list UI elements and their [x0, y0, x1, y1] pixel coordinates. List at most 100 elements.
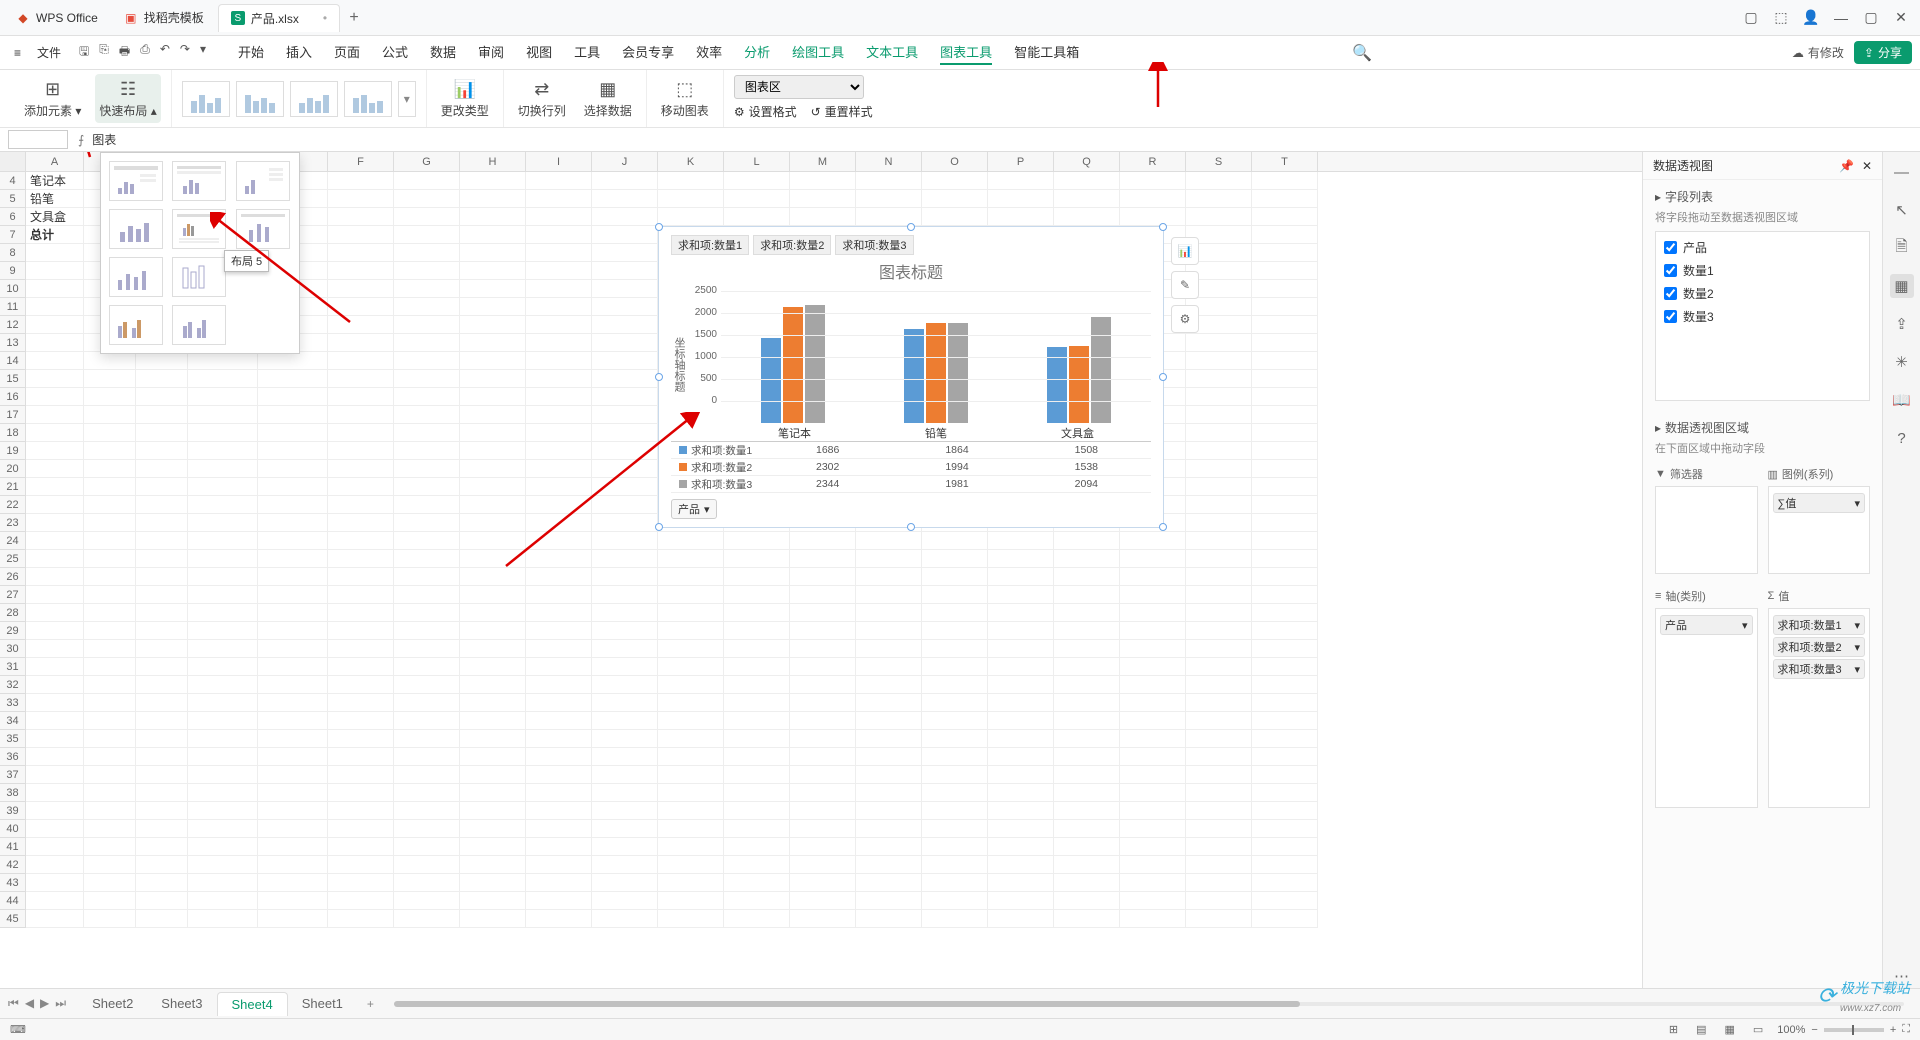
cell[interactable] [1252, 352, 1318, 370]
cell[interactable] [922, 676, 988, 694]
layout-icon[interactable]: ▢ [1736, 3, 1766, 33]
cell[interactable] [188, 568, 258, 586]
cell[interactable] [328, 586, 394, 604]
cell[interactable] [526, 190, 592, 208]
cell[interactable] [26, 352, 84, 370]
switch-row-col-button[interactable]: ⇄切换行列 [514, 74, 570, 123]
cell[interactable] [592, 388, 658, 406]
new-tab-button[interactable]: + [342, 6, 366, 30]
cell[interactable] [460, 694, 526, 712]
cell[interactable] [84, 874, 136, 892]
values-area[interactable]: 求和项:数量1▾ 求和项:数量2▾ 求和项:数量3▾ [1768, 608, 1871, 808]
bar[interactable] [1091, 317, 1111, 423]
cell[interactable] [460, 496, 526, 514]
cell[interactable] [328, 262, 394, 280]
cell[interactable] [328, 370, 394, 388]
sheet-tab[interactable]: Sheet4 [217, 992, 288, 1016]
cell[interactable] [136, 694, 188, 712]
cell[interactable] [790, 910, 856, 928]
cell[interactable] [258, 856, 328, 874]
cell[interactable] [460, 172, 526, 190]
print-preview-icon[interactable]: ⎙ [140, 42, 150, 63]
cell[interactable] [790, 172, 856, 190]
tab-data[interactable]: 数据 [430, 40, 456, 65]
cell[interactable] [526, 550, 592, 568]
cell[interactable] [460, 802, 526, 820]
row-header[interactable]: 26 [0, 568, 26, 586]
cell[interactable] [526, 388, 592, 406]
cell[interactable] [394, 442, 460, 460]
cell[interactable] [922, 190, 988, 208]
cell[interactable] [394, 190, 460, 208]
cell[interactable] [790, 658, 856, 676]
cell[interactable] [26, 370, 84, 388]
cell[interactable] [84, 802, 136, 820]
row-header[interactable]: 35 [0, 730, 26, 748]
add-element-button[interactable]: ⊞添加元素 ▾ [20, 74, 85, 123]
cell[interactable] [526, 226, 592, 244]
cell[interactable] [328, 334, 394, 352]
cell[interactable] [592, 262, 658, 280]
cell[interactable] [526, 802, 592, 820]
cell[interactable] [84, 910, 136, 928]
cell[interactable] [1120, 856, 1186, 874]
cell[interactable] [988, 676, 1054, 694]
cell[interactable] [856, 190, 922, 208]
cell[interactable] [922, 874, 988, 892]
cell[interactable] [188, 406, 258, 424]
cell[interactable] [26, 442, 84, 460]
cell[interactable] [1252, 910, 1318, 928]
cell[interactable] [188, 766, 258, 784]
cell[interactable] [658, 838, 724, 856]
cell[interactable] [26, 586, 84, 604]
collapse-icon[interactable]: ― [1890, 160, 1914, 184]
cell[interactable] [658, 784, 724, 802]
cell[interactable] [1186, 352, 1252, 370]
field-item[interactable]: 数量3 [1660, 305, 1865, 328]
tab-member[interactable]: 会员专享 [622, 40, 674, 65]
cell[interactable] [526, 406, 592, 424]
cell[interactable] [592, 226, 658, 244]
cell[interactable] [84, 694, 136, 712]
cell[interactable] [460, 352, 526, 370]
cell[interactable] [394, 208, 460, 226]
cell[interactable] [26, 658, 84, 676]
cell[interactable] [394, 514, 460, 532]
cell[interactable] [1186, 442, 1252, 460]
cell[interactable] [592, 352, 658, 370]
cell[interactable] [922, 586, 988, 604]
tab-page[interactable]: 页面 [334, 40, 360, 65]
row-header[interactable]: 11 [0, 298, 26, 316]
cell[interactable] [526, 442, 592, 460]
cell[interactable] [922, 784, 988, 802]
col-header[interactable]: H [460, 152, 526, 171]
cell[interactable] [328, 406, 394, 424]
cell[interactable] [1186, 586, 1252, 604]
cell[interactable] [394, 586, 460, 604]
cell[interactable] [328, 730, 394, 748]
cell[interactable] [1252, 874, 1318, 892]
cell[interactable] [592, 910, 658, 928]
cell[interactable] [1186, 370, 1252, 388]
tab-analyze[interactable]: 分析 [744, 40, 770, 65]
cell[interactable] [26, 514, 84, 532]
axis-pill[interactable]: 产品▾ [1660, 615, 1753, 635]
cell[interactable] [26, 748, 84, 766]
row-header[interactable]: 28 [0, 604, 26, 622]
cell[interactable] [1120, 550, 1186, 568]
row-header[interactable]: 15 [0, 370, 26, 388]
cell[interactable] [724, 604, 790, 622]
cell[interactable] [328, 208, 394, 226]
cell[interactable] [1186, 568, 1252, 586]
help-icon[interactable]: ? [1890, 426, 1914, 450]
pivot-icon[interactable]: ▦ [1890, 274, 1914, 298]
cell[interactable] [988, 766, 1054, 784]
cell[interactable] [328, 316, 394, 334]
cell[interactable] [394, 874, 460, 892]
cell[interactable] [460, 640, 526, 658]
cell[interactable] [1186, 172, 1252, 190]
cell[interactable]: 总计 [26, 226, 84, 244]
layout-thumb-9[interactable] [109, 305, 163, 345]
cell[interactable] [856, 856, 922, 874]
cell[interactable] [526, 208, 592, 226]
